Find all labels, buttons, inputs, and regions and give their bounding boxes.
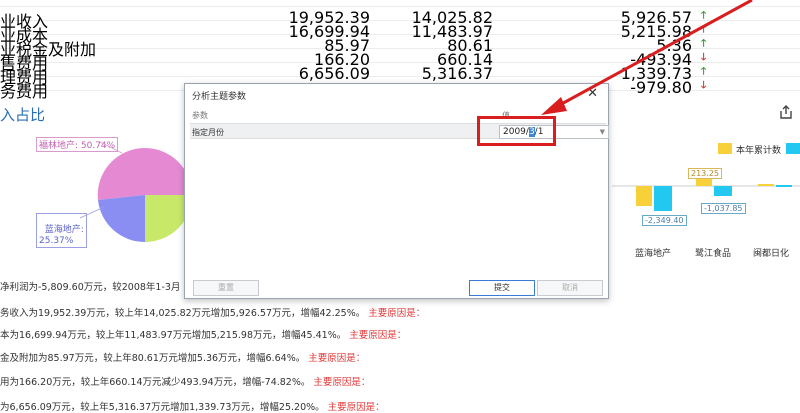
annotation-arrow — [541, 0, 753, 115]
